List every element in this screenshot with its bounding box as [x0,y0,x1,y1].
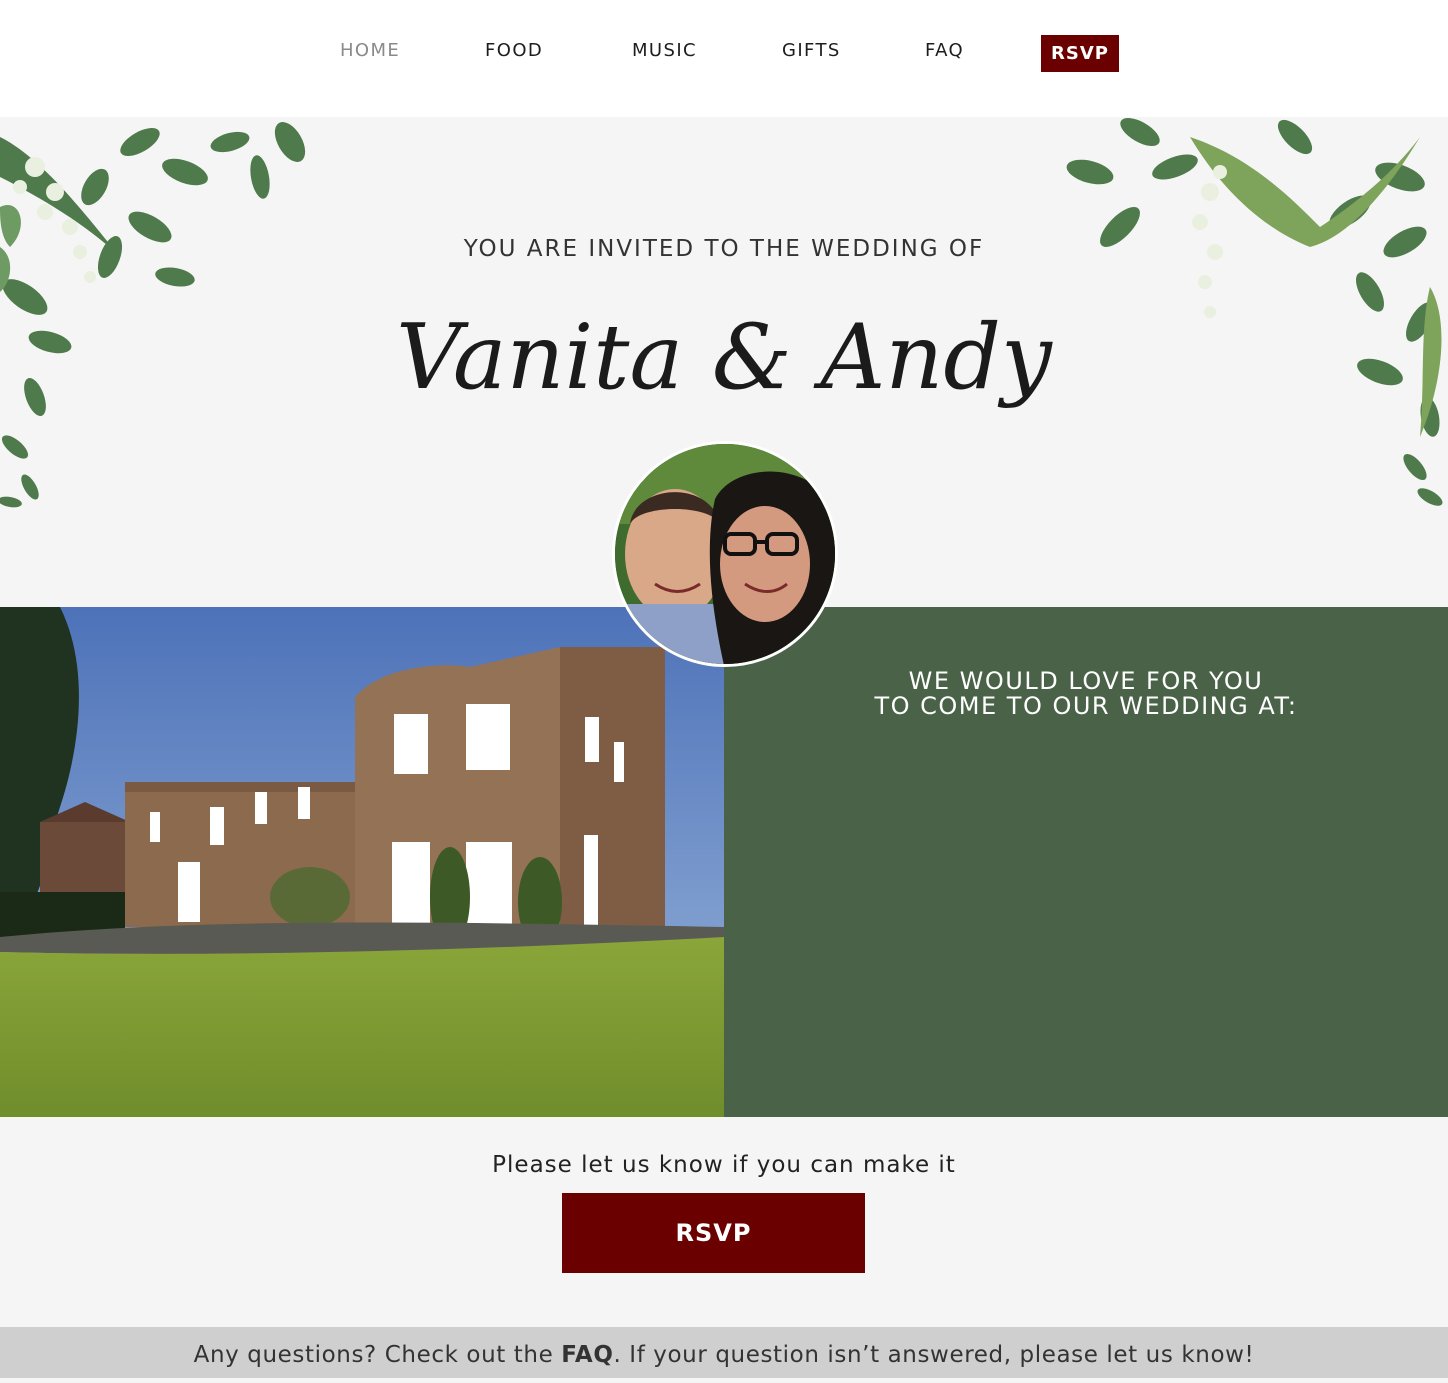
venue-heading-line2: TO COME TO OUR WEDDING AT: [874,692,1298,720]
footer-note: Any questions? Check out the FAQ. If you… [0,1327,1448,1378]
footer-text-after: . If your question isn’t answered, pleas… [613,1342,1255,1368]
nav-home[interactable]: HOME [340,40,400,61]
nav-food[interactable]: FOOD [485,40,543,61]
nav-faq[interactable]: FAQ [925,40,964,61]
venue-heading: WE WOULD LOVE FOR YOU TO COME TO OUR WED… [724,669,1448,719]
venue-heading-line1: WE WOULD LOVE FOR YOU [908,667,1264,695]
venue-photo [0,607,724,1117]
nav-gifts[interactable]: GIFTS [782,40,841,61]
rsvp-prompt: Please let us know if you can make it [492,1152,956,1178]
top-nav: HOME FOOD MUSIC GIFTS FAQ RSVP [0,0,1448,117]
footer-text-before: Any questions? Check out the [193,1342,562,1368]
couple-photo-avatar [612,441,838,667]
venue-info-panel: WE WOULD LOVE FOR YOU TO COME TO OUR WED… [724,607,1448,1117]
footer-faq-link[interactable]: FAQ [561,1342,613,1368]
nav-music[interactable]: MUSIC [632,40,697,61]
nav-rsvp-button[interactable]: RSVP [1041,35,1119,72]
invite-text: YOU ARE INVITED TO THE WEDDING OF [463,236,985,262]
rsvp-button[interactable]: RSVP [562,1193,865,1273]
couple-names: Vanita & Andy [396,305,1052,410]
